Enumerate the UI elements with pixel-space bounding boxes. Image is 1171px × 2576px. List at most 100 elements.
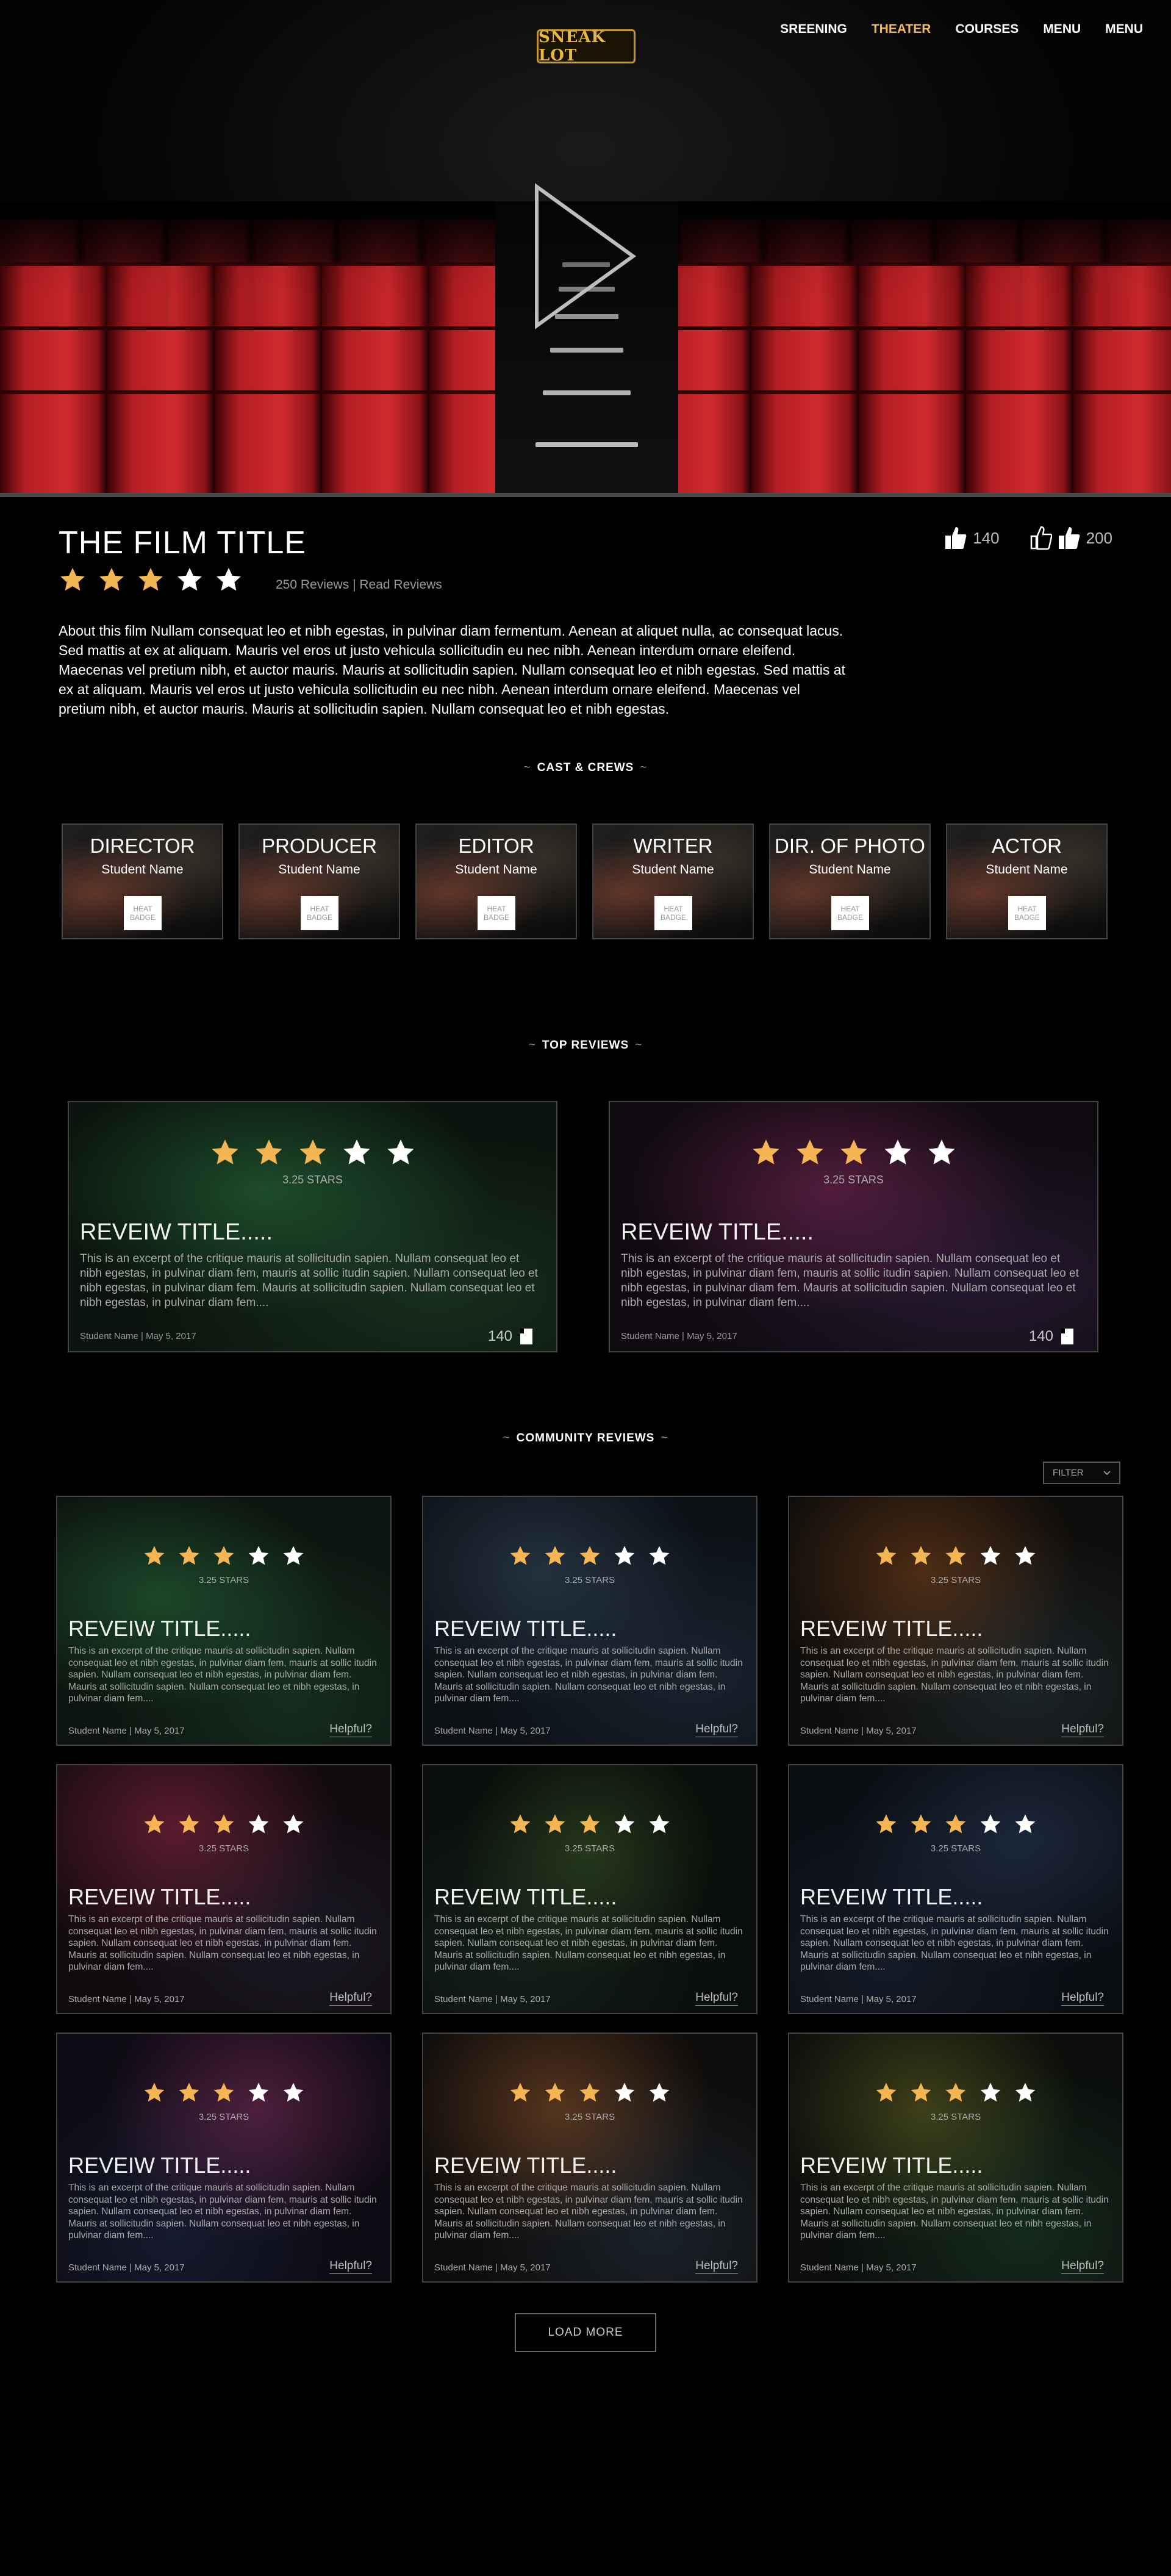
- filter-dropdown[interactable]: FILTER: [1043, 1462, 1120, 1484]
- community-review-card[interactable]: 3.25 STARS REVEIW TITLE..... This is an ex…: [788, 1496, 1123, 1746]
- chevron-down-icon: [1103, 1470, 1111, 1475]
- nav-item-menu[interactable]: MENU: [1043, 22, 1081, 37]
- community-review-card[interactable]: 3.25 STARS REVEIW TITLE..... This is an ex…: [56, 2032, 392, 2283]
- thumbs-up-icon: [945, 527, 967, 549]
- helpful-link[interactable]: Helpful?: [1061, 1991, 1104, 2006]
- community-review-card[interactable]: 3.25 STARS REVEIW TITLE..... This is an ex…: [56, 1496, 392, 1746]
- cast-name: Student Name: [809, 863, 891, 877]
- star-filled-icon: [545, 2083, 565, 2102]
- nav-item-screening[interactable]: SREENING: [780, 22, 847, 37]
- star-filled-icon: [138, 567, 163, 591]
- cast-card[interactable]: ACTOR Student Name HEAT BADGE: [946, 823, 1108, 939]
- stars-label: 3.25 STARS: [564, 1843, 615, 1854]
- community-review-card[interactable]: 3.25 STARS REVEIW TITLE..... This is an ex…: [422, 1764, 757, 2014]
- review-links: 250 Reviews | Read Reviews: [276, 578, 442, 592]
- nav-item-courses[interactable]: COURSES: [955, 22, 1019, 37]
- review-vote[interactable]: 140: [1029, 1328, 1074, 1345]
- top-reviews-title: ~ TOP REVIEWS ~: [528, 1039, 643, 1052]
- cast-card[interactable]: EDITOR Student Name HEAT BADGE: [415, 823, 577, 939]
- heat-badge: HEAT BADGE: [478, 896, 515, 930]
- cast-card[interactable]: WRITER Student Name HEAT BADGE: [592, 823, 754, 939]
- cast-card[interactable]: PRODUCER Student Name HEAT BADGE: [238, 823, 400, 939]
- star-empty-icon: [248, 1814, 269, 1834]
- cast-role: ACTOR: [992, 834, 1062, 857]
- review-rating: [423, 1813, 756, 1836]
- cast-card[interactable]: DIR. OF PHOTO Student Name HEAT BADGE: [769, 823, 931, 939]
- cast-role: WRITER: [633, 834, 713, 857]
- film-description: About this film Nullam consequat leo et …: [59, 623, 845, 717]
- star-filled-icon: [840, 1139, 867, 1164]
- review-title: REVEIW TITLE.....: [800, 2153, 983, 2178]
- load-more-button[interactable]: LOAD MORE: [515, 2313, 656, 2352]
- helpful-link[interactable]: Helpful?: [329, 2259, 372, 2274]
- review-excerpt: This is an excerpt of the critique mauri…: [621, 1252, 1079, 1309]
- star-empty-icon: [248, 2083, 269, 2102]
- stars-label: 3.25 STARS: [564, 2112, 615, 2122]
- review-vote-count: 140: [487, 1328, 512, 1344]
- dislike-button[interactable]: 200: [1030, 526, 1112, 550]
- hero-banner: [0, 0, 1171, 497]
- community-review-card[interactable]: 3.25 STARS REVEIW TITLE..... This is an ex…: [422, 1496, 757, 1746]
- star-filled-icon: [179, 2083, 199, 2102]
- community-reviews-title: ~ COMMUNITY REVIEWS ~: [503, 1432, 668, 1444]
- site-logo[interactable]: SNEAK LOT: [537, 28, 636, 65]
- community-review-card[interactable]: 3.25 STARS REVEIW TITLE..... This is an ex…: [788, 2032, 1123, 2283]
- nav-item-menu-2[interactable]: MENU: [1105, 22, 1143, 37]
- star-filled-icon: [144, 2083, 165, 2102]
- stars-label: 3.25 STARS: [198, 2112, 249, 2122]
- heat-badge: HEAT BADGE: [124, 896, 162, 930]
- nav-item-theater[interactable]: THEATER: [872, 22, 931, 37]
- helpful-link[interactable]: Helpful?: [1061, 2259, 1104, 2274]
- review-excerpt: This is an excerpt of the critique mauri…: [800, 2183, 1109, 2241]
- star-empty-icon: [614, 1546, 635, 1565]
- star-filled-icon: [510, 1546, 531, 1565]
- review-meta: Student Name | May 5, 2017: [434, 1994, 551, 2004]
- cast-role: EDITOR: [458, 834, 534, 857]
- star-filled-icon: [299, 1139, 326, 1164]
- review-title: REVEIW TITLE.....: [434, 1884, 617, 1909]
- like-button[interactable]: 140: [945, 526, 1000, 550]
- helpful-link[interactable]: Helpful?: [695, 2259, 738, 2274]
- thumbs-up-outline-icon: [1030, 526, 1052, 550]
- review-rating: [57, 2081, 390, 2104]
- star-filled-icon: [211, 1139, 238, 1164]
- star-empty-icon: [387, 1139, 414, 1164]
- helpful-link[interactable]: Helpful?: [695, 1991, 738, 2006]
- star-filled-icon: [545, 1546, 565, 1565]
- top-review-card[interactable]: 3.25 STARS REVEIW TITLE..... This is an …: [68, 1101, 557, 1352]
- star-empty-icon: [980, 1814, 1001, 1834]
- review-meta: Student Name | May 5, 2017: [621, 1331, 737, 1341]
- play-icon[interactable]: [533, 183, 637, 329]
- review-excerpt: This is an excerpt of the critique mauri…: [434, 1914, 743, 1972]
- review-title: REVEIW TITLE.....: [68, 1884, 251, 1909]
- star-empty-icon: [649, 1546, 670, 1565]
- review-vote[interactable]: 140: [488, 1328, 533, 1345]
- star-filled-icon: [796, 1139, 823, 1164]
- star-empty-icon: [980, 2083, 1001, 2102]
- cast-name: Student Name: [632, 863, 714, 877]
- star-filled-icon: [876, 1814, 897, 1834]
- star-filled-icon: [255, 1139, 282, 1164]
- review-title: REVEIW TITLE.....: [68, 1616, 251, 1641]
- read-reviews-link[interactable]: Read Reviews: [359, 578, 442, 592]
- helpful-link[interactable]: Helpful?: [695, 1723, 738, 1737]
- community-review-card[interactable]: 3.25 STARS REVEIW TITLE..... This is an ex…: [56, 1764, 392, 2014]
- helpful-link[interactable]: Helpful?: [1061, 1723, 1104, 1737]
- community-review-card[interactable]: 3.25 STARS REVEIW TITLE..... This is an ex…: [788, 1764, 1123, 2014]
- film-title: THE FILM TITLE: [59, 525, 306, 561]
- community-review-card[interactable]: 3.25 STARS REVEIW TITLE..... This is an ex…: [422, 2032, 757, 2283]
- cast-section-title: ~ CAST & CREWS ~: [523, 761, 648, 774]
- star-empty-icon: [283, 1546, 304, 1565]
- review-title: REVEIW TITLE.....: [800, 1616, 983, 1641]
- helpful-link[interactable]: Helpful?: [329, 1723, 372, 1737]
- stars-label: 3.25 STARS: [282, 1174, 343, 1186]
- thumbs-up-icon: [1061, 1329, 1073, 1344]
- helpful-link[interactable]: Helpful?: [329, 1991, 372, 2006]
- top-review-card[interactable]: 3.25 STARS REVEIW TITLE..... This is an …: [609, 1101, 1098, 1352]
- review-title: REVEIW TITLE.....: [80, 1219, 273, 1245]
- like-count: 140: [973, 528, 1000, 547]
- star-empty-icon: [217, 567, 241, 591]
- reviews-count-link[interactable]: 250 Reviews: [276, 578, 349, 592]
- cast-card[interactable]: DIRECTOR Student Name HEAT BADGE: [62, 823, 223, 939]
- stars-label: 3.25 STARS: [930, 2112, 981, 2122]
